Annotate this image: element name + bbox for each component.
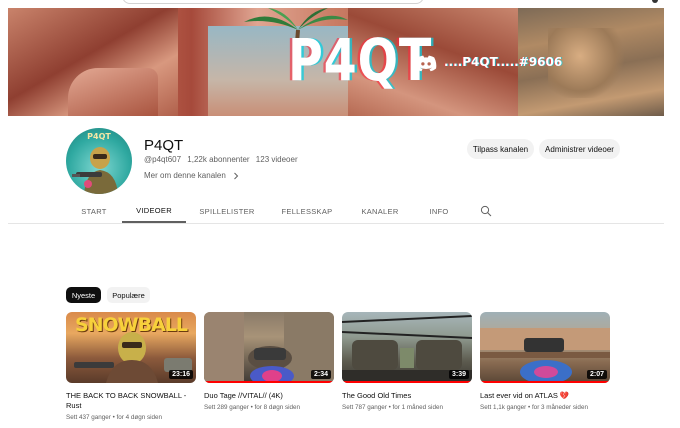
upload-age: for 3 måneder siden xyxy=(531,404,588,411)
sort-popular-chip[interactable]: Populære xyxy=(107,287,150,303)
video-duration: 23:16 xyxy=(169,370,193,379)
tab-info[interactable]: INFO xyxy=(422,200,456,222)
video-card[interactable]: 2:07 Last ever vid on ATLAS 💔 Sett 1,1k … xyxy=(480,312,610,411)
meta-separator: • xyxy=(388,404,391,411)
avatar-text: P4QT xyxy=(87,132,111,141)
chevron-right-icon xyxy=(233,172,239,179)
video-title[interactable]: Duo Tage //VITAL// (4K) xyxy=(204,391,330,401)
more-about-channel-label: Mer om denne kanalen xyxy=(144,171,226,180)
view-count: Sett 787 ganger xyxy=(342,404,387,411)
video-card[interactable]: 2:34 Duo Tage //VITAL// (4K) Sett 289 ga… xyxy=(204,312,334,411)
account-icon[interactable] xyxy=(652,0,658,3)
view-count: Sett 437 ganger xyxy=(66,414,111,421)
tabs-divider xyxy=(8,223,664,224)
discord-tag: ....P4QT.....#9606 xyxy=(444,55,563,69)
tab-playlists[interactable]: SPILLELISTER xyxy=(194,200,260,222)
banner-title: P4QT xyxy=(288,26,433,94)
upload-age: for 4 døgn siden xyxy=(116,414,163,421)
tab-videos[interactable]: VIDEOER xyxy=(122,200,186,223)
search-box-edge[interactable] xyxy=(122,0,424,4)
video-meta: Sett 1,1k ganger • for 3 måneder siden xyxy=(480,404,610,411)
tab-channels[interactable]: KANALER xyxy=(354,200,406,222)
discord-icon xyxy=(415,55,437,72)
video-thumbnail[interactable]: SNOWBALL 23:16 xyxy=(66,312,196,383)
customize-channel-button[interactable]: Tilpass kanalen xyxy=(467,139,534,159)
video-meta: Sett 437 ganger • for 4 døgn siden xyxy=(66,414,196,421)
avatar[interactable]: P4QT xyxy=(66,128,132,194)
tab-community[interactable]: FELLESSKAP xyxy=(274,200,340,222)
tab-start[interactable]: START xyxy=(60,200,128,222)
channel-banner: P4QT ....P4QT.....#9606 xyxy=(8,8,664,116)
more-about-channel-link[interactable]: Mer om denne kanalen xyxy=(144,171,240,180)
video-title[interactable]: The Good Old Times xyxy=(342,391,468,401)
thumbnail-text: SNOWBALL xyxy=(74,314,188,336)
youtube-channel-page: P4QT ....P4QT.....#9606 P4QT P4QT @p4qt6… xyxy=(0,0,680,428)
video-card[interactable]: SNOWBALL 23:16 THE BACK TO BACK SNOWBALL… xyxy=(66,312,196,421)
watch-progress xyxy=(204,381,334,383)
channel-handle: @p4qt607 xyxy=(144,155,182,164)
watch-progress xyxy=(342,381,472,383)
view-count: Sett 289 ganger xyxy=(204,404,249,411)
video-thumbnail[interactable]: 3:39 xyxy=(342,312,472,383)
sort-newest-chip[interactable]: Nyeste xyxy=(66,287,101,303)
channel-name: P4QT xyxy=(144,137,184,154)
video-duration: 2:34 xyxy=(310,370,331,379)
video-thumbnail[interactable]: 2:34 xyxy=(204,312,334,383)
video-meta: Sett 787 ganger • for 1 måned siden xyxy=(342,404,472,411)
video-duration: 3:39 xyxy=(448,370,469,379)
subscriber-count: 1,22k abonnenter xyxy=(187,155,250,164)
video-title[interactable]: Last ever vid on ATLAS 💔 xyxy=(480,391,606,401)
channel-meta: @p4qt607 1,22k abonnenter 123 videoer xyxy=(144,155,302,164)
meta-separator: • xyxy=(250,404,253,411)
view-count: Sett 1,1k ganger xyxy=(480,404,527,411)
upload-age: for 1 måned siden xyxy=(392,404,443,411)
video-count: 123 videoer xyxy=(255,155,298,164)
meta-separator: • xyxy=(112,414,115,421)
manage-videos-button[interactable]: Administrer videoer xyxy=(539,139,620,159)
watch-progress xyxy=(480,381,610,383)
video-title[interactable]: THE BACK TO BACK SNOWBALL - Rust xyxy=(66,391,192,411)
video-duration: 2:07 xyxy=(586,370,607,379)
video-thumbnail[interactable]: 2:07 xyxy=(480,312,610,383)
upload-age: for 8 døgn siden xyxy=(254,404,301,411)
search-icon[interactable] xyxy=(480,205,492,217)
channel-tabs: START VIDEOER SPILLELISTER FELLESSKAP KA… xyxy=(60,200,620,224)
top-bar xyxy=(0,0,680,8)
video-meta: Sett 289 ganger • for 8 døgn siden xyxy=(204,404,334,411)
video-card[interactable]: 3:39 The Good Old Times Sett 787 ganger … xyxy=(342,312,472,411)
banner-art xyxy=(68,68,158,116)
meta-separator: • xyxy=(527,404,531,411)
